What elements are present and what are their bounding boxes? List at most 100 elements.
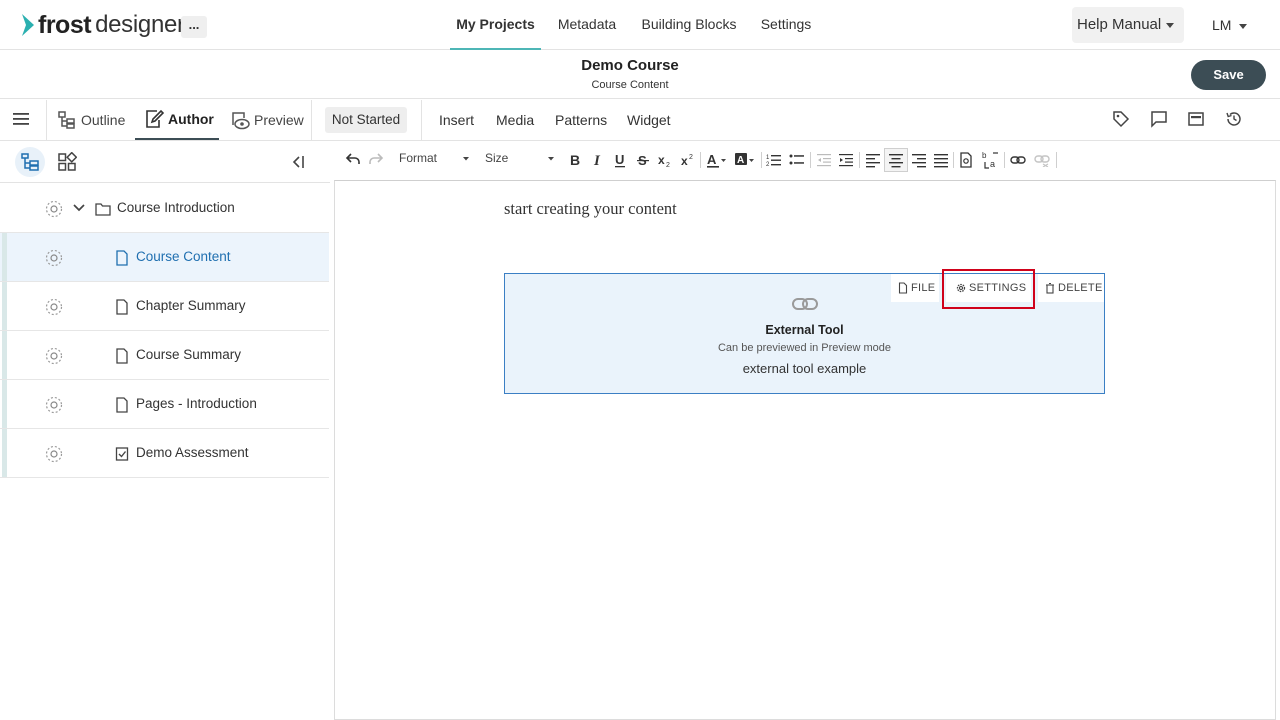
svg-text:A: A (707, 152, 717, 167)
divider (761, 152, 762, 168)
undo-icon[interactable] (345, 152, 361, 166)
nav-tab-settings[interactable]: Settings (756, 0, 816, 50)
tree-item-chapter-summary[interactable]: Chapter Summary (0, 282, 329, 331)
nav-tab-my-projects[interactable]: My Projects (450, 0, 541, 50)
tree-item-demo-assessment[interactable]: Demo Assessment (0, 429, 329, 478)
comment-icon[interactable] (1150, 110, 1168, 128)
size-dropdown[interactable]: Size (485, 151, 508, 165)
ordered-list-icon[interactable]: 12 (766, 152, 782, 168)
course-subtitle: Course Content (591, 79, 669, 91)
svg-text:b: b (982, 151, 987, 160)
svg-text:x: x (681, 154, 688, 168)
superscript-icon[interactable]: x2 (680, 152, 696, 168)
outdent-icon[interactable] (816, 152, 832, 168)
insert-file-icon[interactable] (958, 152, 974, 168)
preview-label: Preview (254, 112, 304, 128)
tree-item-label: Pages - Introduction (136, 396, 257, 411)
status-circle-icon (45, 445, 63, 463)
help-manual-dropdown[interactable]: Help Manual (1072, 7, 1184, 43)
bullet-list-icon[interactable] (789, 152, 805, 168)
history-icon[interactable] (1225, 110, 1243, 128)
preview-icon (232, 112, 250, 130)
strikethrough-icon[interactable]: S (636, 152, 650, 168)
caret-down-icon (1239, 23, 1248, 29)
widget-menu[interactable]: Widget (627, 112, 671, 128)
folder-icon (95, 202, 111, 216)
special-character-icon[interactable]: ba (982, 150, 1000, 170)
tree-indent-bar (2, 233, 7, 281)
blocks-grid-icon (58, 152, 77, 171)
page-icon (115, 250, 129, 266)
blocks-view-button[interactable] (57, 152, 77, 172)
chevron-down-icon[interactable] (72, 203, 86, 213)
tag-icon[interactable] (1112, 110, 1130, 128)
save-button[interactable]: Save (1191, 60, 1266, 90)
align-right-icon[interactable] (911, 152, 927, 168)
divider (421, 100, 422, 140)
status-badge[interactable]: Not Started (325, 107, 407, 133)
tree-item-label: Course Content (136, 249, 231, 264)
bold-icon[interactable]: B (568, 152, 582, 168)
top-navbar: frost designer ... My Projects Metadata … (0, 0, 1280, 50)
divider (953, 152, 954, 168)
divider (700, 152, 701, 168)
more-menu-button[interactable]: ... (181, 16, 207, 38)
align-center-icon (889, 154, 903, 168)
italic-icon[interactable]: I (591, 152, 605, 168)
caret-down-icon (547, 156, 555, 162)
tree-item-course-introduction[interactable]: Course Introduction (0, 184, 329, 233)
widget-file-button[interactable]: FILE (891, 274, 939, 302)
redo-icon[interactable] (368, 152, 384, 166)
media-menu[interactable]: Media (496, 112, 534, 128)
tree-view-button[interactable] (15, 147, 45, 177)
size-label: Size (485, 151, 509, 165)
underline-icon[interactable]: U (613, 152, 627, 168)
nav-tab-metadata[interactable]: Metadata (552, 0, 622, 50)
widget-delete-button[interactable]: DELETE (1038, 274, 1104, 302)
insert-menu[interactable]: Insert (439, 112, 474, 128)
link-icon[interactable] (1010, 153, 1026, 167)
status-circle-icon (45, 200, 63, 218)
patterns-menu[interactable]: Patterns (555, 112, 607, 128)
logo-chevron-icon (22, 14, 34, 36)
tree-item-label: Chapter Summary (136, 298, 246, 313)
svg-text:x: x (658, 153, 665, 167)
unlink-icon[interactable] (1034, 153, 1050, 167)
outline-tab[interactable]: Outline (56, 100, 130, 140)
format-dropdown[interactable]: Format (399, 151, 437, 165)
nav-tab-building-blocks[interactable]: Building Blocks (638, 0, 740, 50)
user-menu[interactable]: LM (1212, 17, 1248, 33)
caret-down-icon (462, 156, 470, 162)
widget-title: External Tool (765, 323, 844, 337)
status-circle-icon (45, 249, 63, 267)
tree-item-course-content[interactable]: Course Content (0, 233, 329, 282)
page-icon (115, 397, 129, 413)
layout-icon[interactable] (1187, 110, 1205, 128)
author-tab[interactable]: Author (135, 100, 219, 140)
highlight-color-icon[interactable]: A (734, 152, 756, 168)
hamburger-menu-icon[interactable] (12, 111, 30, 127)
divider (810, 152, 811, 168)
help-manual-label: Help Manual (1077, 16, 1162, 33)
trash-icon (1046, 282, 1054, 294)
collapse-sidebar-icon[interactable] (290, 154, 306, 170)
subscript-icon[interactable]: x2 (657, 152, 673, 168)
outline-label: Outline (81, 112, 126, 128)
frost-logo[interactable]: frost designer (20, 10, 185, 40)
align-left-icon[interactable] (865, 152, 881, 168)
align-center-button[interactable] (884, 148, 908, 172)
text-color-icon[interactable]: A (706, 152, 728, 168)
author-pencil-icon (146, 109, 165, 128)
tree-item-course-summary[interactable]: Course Summary (0, 331, 329, 380)
tree-item-label: Course Summary (136, 347, 242, 362)
editor-canvas[interactable] (334, 180, 1276, 720)
tree-indent-bar (2, 282, 7, 330)
indent-icon[interactable] (838, 152, 854, 168)
page-icon (115, 299, 129, 315)
tree-item-pages-introduction[interactable]: Pages - Introduction (0, 380, 329, 429)
editor-placeholder[interactable]: start creating your content (504, 199, 677, 219)
preview-tab[interactable]: Preview (229, 100, 305, 140)
justify-icon[interactable] (933, 152, 949, 168)
svg-text:I: I (593, 153, 601, 168)
tree-item-label: Course Introduction (117, 200, 235, 215)
